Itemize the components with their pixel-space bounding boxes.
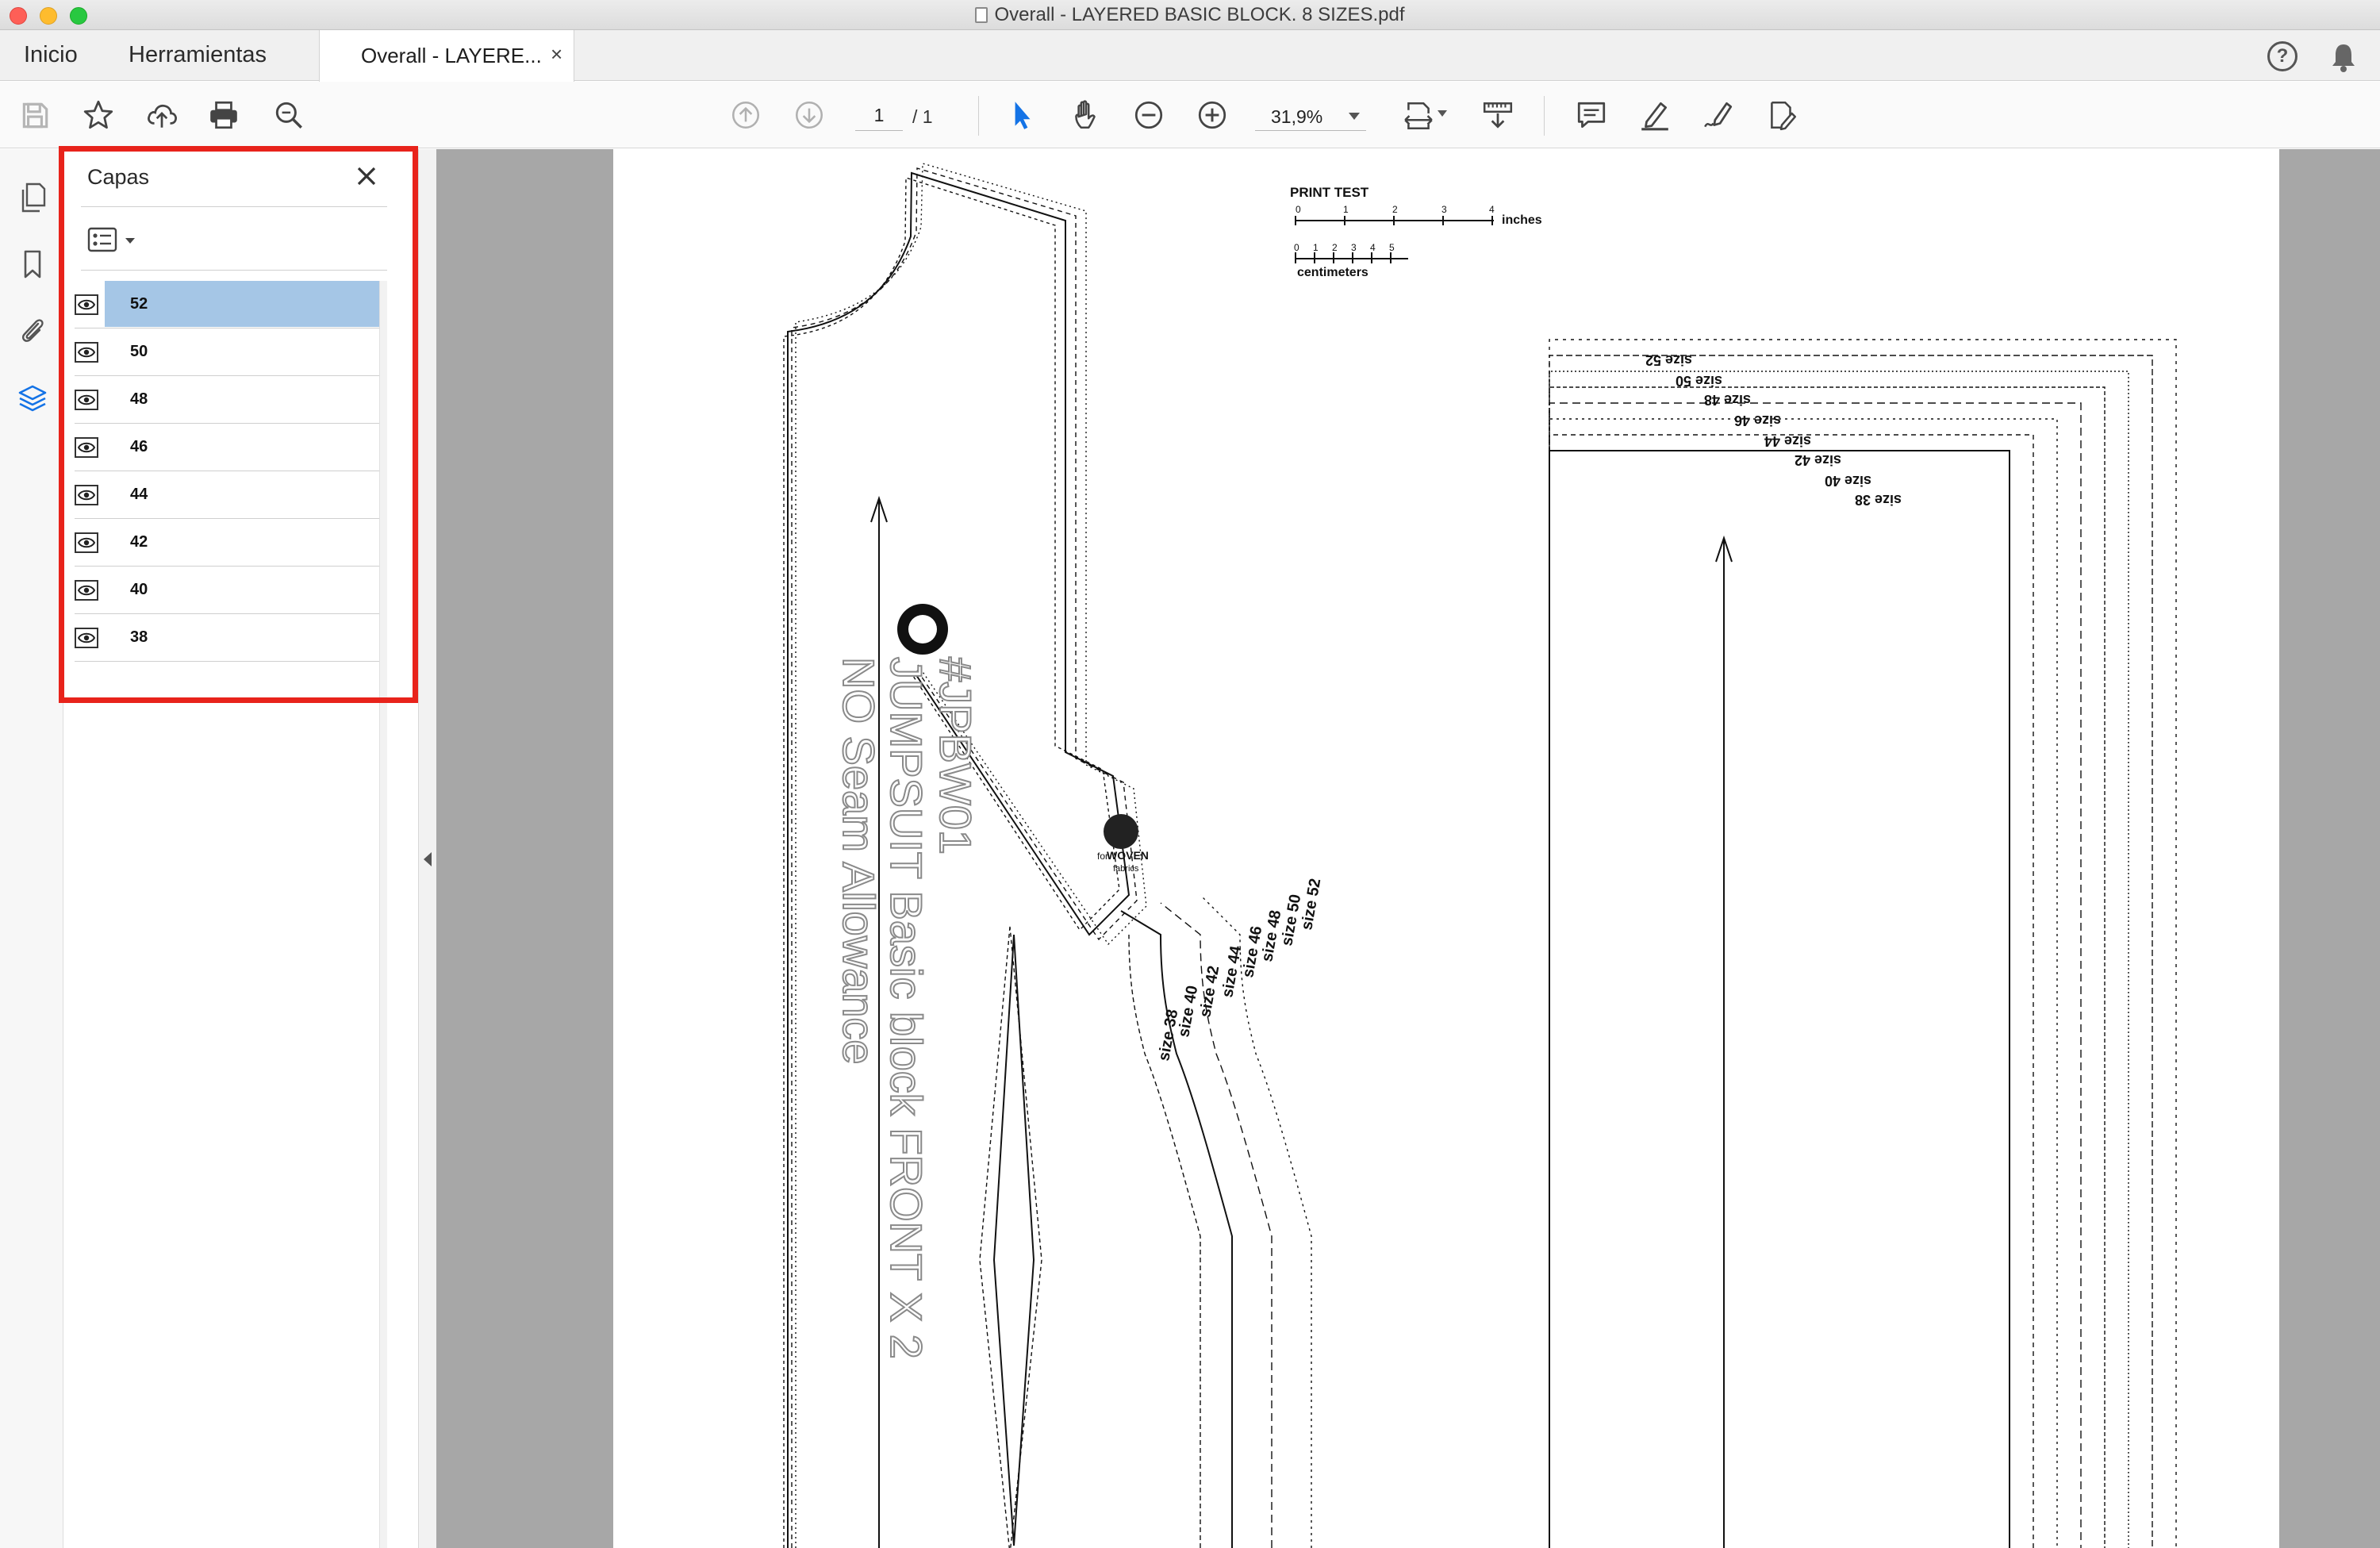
size-label: size 38 [1855, 492, 1902, 508]
zoom-search-icon[interactable] [268, 94, 309, 136]
highlight-pen-icon[interactable] [1634, 94, 1676, 136]
help-icon[interactable]: ? [2267, 41, 2297, 71]
size-label: size 52 [1645, 352, 1692, 368]
cm-tick-label: 1 [1313, 242, 1319, 253]
chevron-down-icon[interactable] [1438, 110, 1447, 117]
size-label: size 40 [1825, 473, 1871, 489]
attachment-icon[interactable] [13, 309, 52, 349]
comment-icon[interactable] [1571, 94, 1612, 136]
page-number-input[interactable] [855, 101, 903, 131]
woven-fabrics-logo-icon [1104, 814, 1138, 849]
pattern-name: JUMPSUIT Basic block FRONT X 2 [881, 657, 931, 1359]
cm-tick-label: 4 [1370, 242, 1376, 253]
cloud-upload-icon[interactable] [141, 94, 182, 136]
page-down-icon[interactable] [789, 94, 830, 136]
edit-icon[interactable] [1761, 94, 1802, 136]
scroll-mode-icon[interactable] [1477, 94, 1518, 136]
fit-page-icon[interactable] [1398, 94, 1439, 136]
size-label: size 48 [1704, 392, 1751, 408]
chevron-down-icon [1349, 113, 1360, 120]
title-bar: Overall - LAYERED BASIC BLOCK. 8 SIZES.p… [0, 0, 2380, 30]
page-total-label: / 1 [912, 106, 933, 127]
cm-tick-label: 5 [1389, 242, 1395, 253]
print-test-label: PRINT TEST [1290, 185, 1369, 200]
select-pointer-icon[interactable] [1001, 94, 1042, 136]
cm-tick-label: 2 [1332, 242, 1338, 253]
woven-label: WOVEN [1107, 849, 1149, 862]
size-label: size 46 [1734, 413, 1781, 428]
pages-icon[interactable] [13, 178, 52, 217]
inch-tick-label: 2 [1392, 204, 1398, 215]
star-icon[interactable] [78, 94, 119, 136]
toolbar-divider [978, 96, 979, 136]
size-label: size 52 [1298, 877, 1324, 931]
window-title: Overall - LAYERED BASIC BLOCK. 8 SIZES.p… [0, 4, 2380, 26]
size-label: size 44 [1764, 433, 1811, 449]
panel-collapse-strip[interactable] [419, 149, 436, 1548]
inch-tick-label: 1 [1343, 204, 1349, 215]
zoom-value: 31,9% [1271, 106, 1323, 127]
page-up-icon[interactable] [725, 94, 766, 136]
inches-label: inches [1502, 213, 1542, 227]
woven-sub-label: fabrics [1113, 864, 1139, 874]
sign-icon[interactable] [1698, 94, 1739, 136]
centimeters-label: centimeters [1297, 266, 1368, 279]
pdf-page[interactable]: PRINT TEST inches 0 1 2 3 4 0 1 2 3 4 5 … [613, 149, 2279, 1548]
tab-close-icon[interactable]: × [551, 42, 562, 67]
tab-home[interactable]: Inicio [24, 30, 78, 81]
cm-tick-label: 0 [1294, 242, 1299, 253]
size-label: size 42 [1795, 452, 1841, 468]
toolbar-divider [1544, 96, 1545, 136]
window-title-text: Overall - LAYERED BASIC BLOCK. 8 SIZES.p… [994, 4, 1405, 25]
layers-icon[interactable] [13, 379, 52, 419]
inch-tick-label: 3 [1441, 204, 1447, 215]
size-label: size 50 [1676, 373, 1722, 389]
zoom-dropdown[interactable]: 31,9% [1255, 101, 1366, 131]
pattern-drawing: PRINT TEST inches 0 1 2 3 4 0 1 2 3 4 5 … [783, 163, 2177, 1548]
zoom-out-icon[interactable] [1128, 94, 1169, 136]
tab-bar: Inicio Herramientas Overall - LAYERE... … [0, 30, 2380, 82]
hand-icon[interactable] [1065, 94, 1106, 136]
bookmark-icon[interactable] [13, 244, 52, 284]
print-icon[interactable] [203, 94, 244, 136]
seam-note: NO Seam Allowance [834, 657, 884, 1065]
save-icon[interactable] [14, 94, 56, 136]
cm-tick-label: 3 [1351, 242, 1357, 253]
tab-tools[interactable]: Herramientas [129, 30, 267, 81]
tab-document[interactable]: Overall - LAYERE... × [319, 30, 574, 82]
collapse-panel-arrow-icon[interactable] [424, 852, 432, 866]
pattern-code: #JPBW01 [931, 657, 981, 855]
inch-tick-label: 4 [1489, 204, 1495, 215]
notifications-bell-icon[interactable] [2329, 41, 2358, 73]
tab-document-label: Overall - LAYERE... [361, 44, 542, 67]
toolbar: / 1 31,9% [0, 82, 2380, 148]
pdf-file-icon [975, 7, 988, 23]
zoom-in-icon[interactable] [1192, 94, 1233, 136]
highlight-annotation-box [59, 146, 418, 703]
inch-tick-label: 0 [1296, 204, 1301, 215]
navigation-rail [0, 149, 63, 1548]
